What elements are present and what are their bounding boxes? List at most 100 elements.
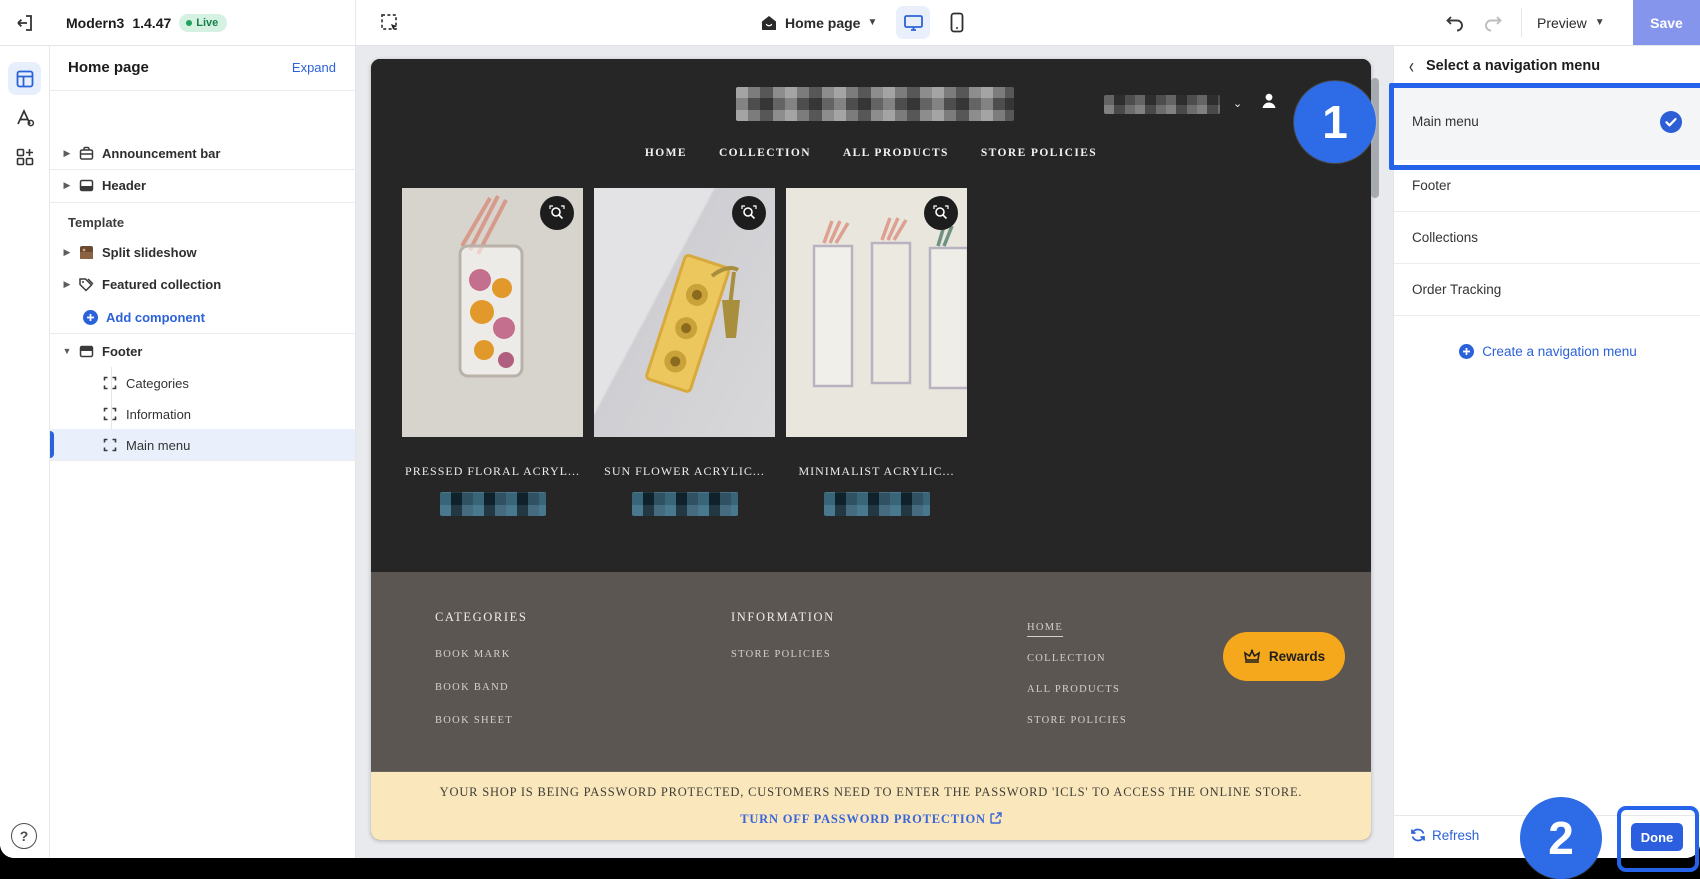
undo-icon[interactable] <box>1443 11 1467 35</box>
footer-link[interactable]: BOOK BAND <box>435 682 527 693</box>
exit-editor-icon[interactable] <box>11 9 38 36</box>
product-card[interactable]: SUN FLOWER ACRYLIC... <box>594 188 775 516</box>
product-zoom-icon[interactable] <box>540 196 574 230</box>
storefront-preview: ⌄ HOME COLLECTION ALL PRODUCTS STORE POL… <box>371 59 1371 840</box>
store-name-blurred <box>736 87 1014 121</box>
footer-column-title: INFORMATION <box>731 610 835 625</box>
tree-item-footer[interactable]: ▼ Footer <box>49 335 355 367</box>
top-bar: Modern3 1.4.47 Live Home page ▼ Preview … <box>0 0 1700 46</box>
storefront-footer: CATEGORIES BOOK MARK BOOK BAND BOOK SHEE… <box>371 572 1371 771</box>
preview-canvas: ⌄ HOME COLLECTION ALL PRODUCTS STORE POL… <box>355 45 1393 858</box>
sections-tab-icon[interactable] <box>8 62 41 95</box>
product-title[interactable]: SUN FLOWER ACRYLIC... <box>594 464 775 479</box>
product-zoom-icon[interactable] <box>732 196 766 230</box>
plus-circle-icon <box>1458 343 1475 360</box>
footer-link[interactable]: BOOK SHEET <box>435 715 527 726</box>
nav-link-store-policies[interactable]: STORE POLICIES <box>981 147 1097 159</box>
layers-panel: Home page Expand ▶ Announcement bar ▶ He… <box>49 45 356 858</box>
storefront-nav: HOME COLLECTION ALL PRODUCTS STORE POLIC… <box>371 147 1371 159</box>
chevron-right-icon[interactable]: ▶ <box>61 279 73 290</box>
preview-button[interactable]: Preview ▼ <box>1537 0 1605 45</box>
annotation-step-2: 2 <box>1520 797 1602 879</box>
product-price-blurred <box>440 492 546 516</box>
chevron-right-icon[interactable]: ▶ <box>61 148 73 159</box>
back-chevron-icon[interactable]: ‹ <box>1409 54 1414 78</box>
product-title[interactable]: MINIMALIST ACRYLIC... <box>786 464 967 479</box>
footer-menu-link[interactable]: COLLECTION <box>1027 653 1127 664</box>
chevron-down-icon: ▼ <box>867 17 877 28</box>
panel-title: Select a navigation menu <box>1426 58 1600 74</box>
tree-item-header[interactable]: ▶ Header <box>49 169 355 201</box>
navigation-menu-panel: ‹ Select a navigation menu Main menu Foo… <box>1393 45 1700 858</box>
nav-link-home[interactable]: HOME <box>645 147 687 159</box>
collection-tag-icon <box>77 277 95 292</box>
footer-link[interactable]: BOOK MARK <box>435 649 527 660</box>
tree-item-split-slideshow[interactable]: ▶ Split slideshow <box>49 236 355 268</box>
footer-menu-link[interactable]: STORE POLICIES <box>1027 715 1127 726</box>
expand-link[interactable]: Expand <box>292 60 336 75</box>
product-card[interactable]: PRESSED FLORAL ACRYL... <box>402 188 583 516</box>
chevron-down-icon: ⌄ <box>1233 97 1242 110</box>
footer-menu-link[interactable]: ALL PRODUCTS <box>1027 684 1127 695</box>
topbar-divider <box>355 0 356 45</box>
desktop-view-button[interactable] <box>896 6 930 39</box>
footer-menu-link[interactable]: HOME <box>1027 622 1127 633</box>
divider <box>49 202 355 203</box>
nav-link-all-products[interactable]: ALL PRODUCTS <box>843 147 949 159</box>
apps-blocks-icon[interactable] <box>8 140 41 173</box>
footer-section-icon <box>77 344 95 359</box>
product-zoom-icon[interactable] <box>924 196 958 230</box>
home-icon <box>760 14 778 32</box>
product-title[interactable]: PRESSED FLORAL ACRYL... <box>402 464 583 479</box>
refresh-button[interactable]: Refresh <box>1410 827 1479 843</box>
menu-option-footer[interactable]: Footer <box>1394 160 1700 212</box>
tree-item-featured-collection[interactable]: ▶ Featured collection <box>49 268 355 300</box>
tree-item-information[interactable]: Information <box>49 398 355 430</box>
create-navigation-menu-button[interactable]: Create a navigation menu <box>1394 343 1700 360</box>
block-brackets-icon <box>101 376 119 390</box>
turn-off-password-link[interactable]: TURN OFF PASSWORD PROTECTION <box>371 812 1371 827</box>
product-card[interactable]: MINIMALIST ACRYLIC... <box>786 188 967 516</box>
nav-link-collection[interactable]: COLLECTION <box>719 147 811 159</box>
footer-link[interactable]: STORE POLICIES <box>731 649 835 660</box>
currency-selector-blurred[interactable] <box>1104 95 1220 114</box>
page-selector[interactable]: Home page ▼ <box>760 0 877 45</box>
layers-panel-header: Home page Expand <box>49 45 355 91</box>
chevron-right-icon[interactable]: ▶ <box>61 180 73 191</box>
menu-option-order-tracking[interactable]: Order Tracking <box>1394 264 1700 316</box>
banner-message: YOUR SHOP IS BEING PASSWORD PROTECTED, C… <box>371 785 1371 800</box>
announcement-bar-icon <box>77 146 95 161</box>
refresh-icon <box>1410 827 1426 843</box>
storefront-hero-section: ⌄ HOME COLLECTION ALL PRODUCTS STORE POL… <box>371 59 1371 572</box>
panel-header: ‹ Select a navigation menu <box>1394 45 1700 87</box>
redo-icon[interactable] <box>1481 11 1505 35</box>
password-protection-banner: YOUR SHOP IS BEING PASSWORD PROTECTED, C… <box>371 771 1371 840</box>
rewards-button[interactable]: Rewards <box>1223 632 1345 681</box>
divider <box>49 460 355 461</box>
icon-rail: ? <box>0 45 50 858</box>
theme-styles-icon[interactable] <box>8 101 41 134</box>
tree-item-categories[interactable]: Categories <box>49 367 355 399</box>
menu-option-main-menu[interactable]: Main menu <box>1394 83 1700 160</box>
account-icon[interactable] <box>1259 91 1279 111</box>
footer-categories-column: CATEGORIES BOOK MARK BOOK BAND BOOK SHEE… <box>435 610 527 726</box>
help-icon[interactable]: ? <box>11 823 37 849</box>
page-title: Home page <box>68 59 149 76</box>
divider <box>49 333 355 334</box>
tree-item-announcement-bar[interactable]: ▶ Announcement bar <box>49 137 355 169</box>
save-button[interactable]: Save <box>1633 0 1700 45</box>
plus-circle-icon <box>81 309 99 326</box>
marquee-select-icon[interactable] <box>376 9 403 36</box>
chevron-right-icon[interactable]: ▶ <box>61 247 73 258</box>
footer-information-column: INFORMATION STORE POLICIES <box>731 610 835 660</box>
mobile-view-button[interactable] <box>940 6 974 39</box>
done-button[interactable]: Done <box>1631 823 1683 851</box>
tree-item-main-menu[interactable]: Main menu <box>49 429 355 461</box>
menu-option-collections[interactable]: Collections <box>1394 212 1700 264</box>
page-selector-label: Home page <box>785 15 860 31</box>
product-grid: PRESSED FLORAL ACRYL... <box>402 188 967 516</box>
add-component-button[interactable]: Add component <box>49 301 355 333</box>
footer-menu-column: HOME COLLECTION ALL PRODUCTS STORE POLIC… <box>1027 622 1127 726</box>
chevron-down-icon[interactable]: ▼ <box>61 346 73 356</box>
annotation-step-1: 1 <box>1294 81 1376 163</box>
